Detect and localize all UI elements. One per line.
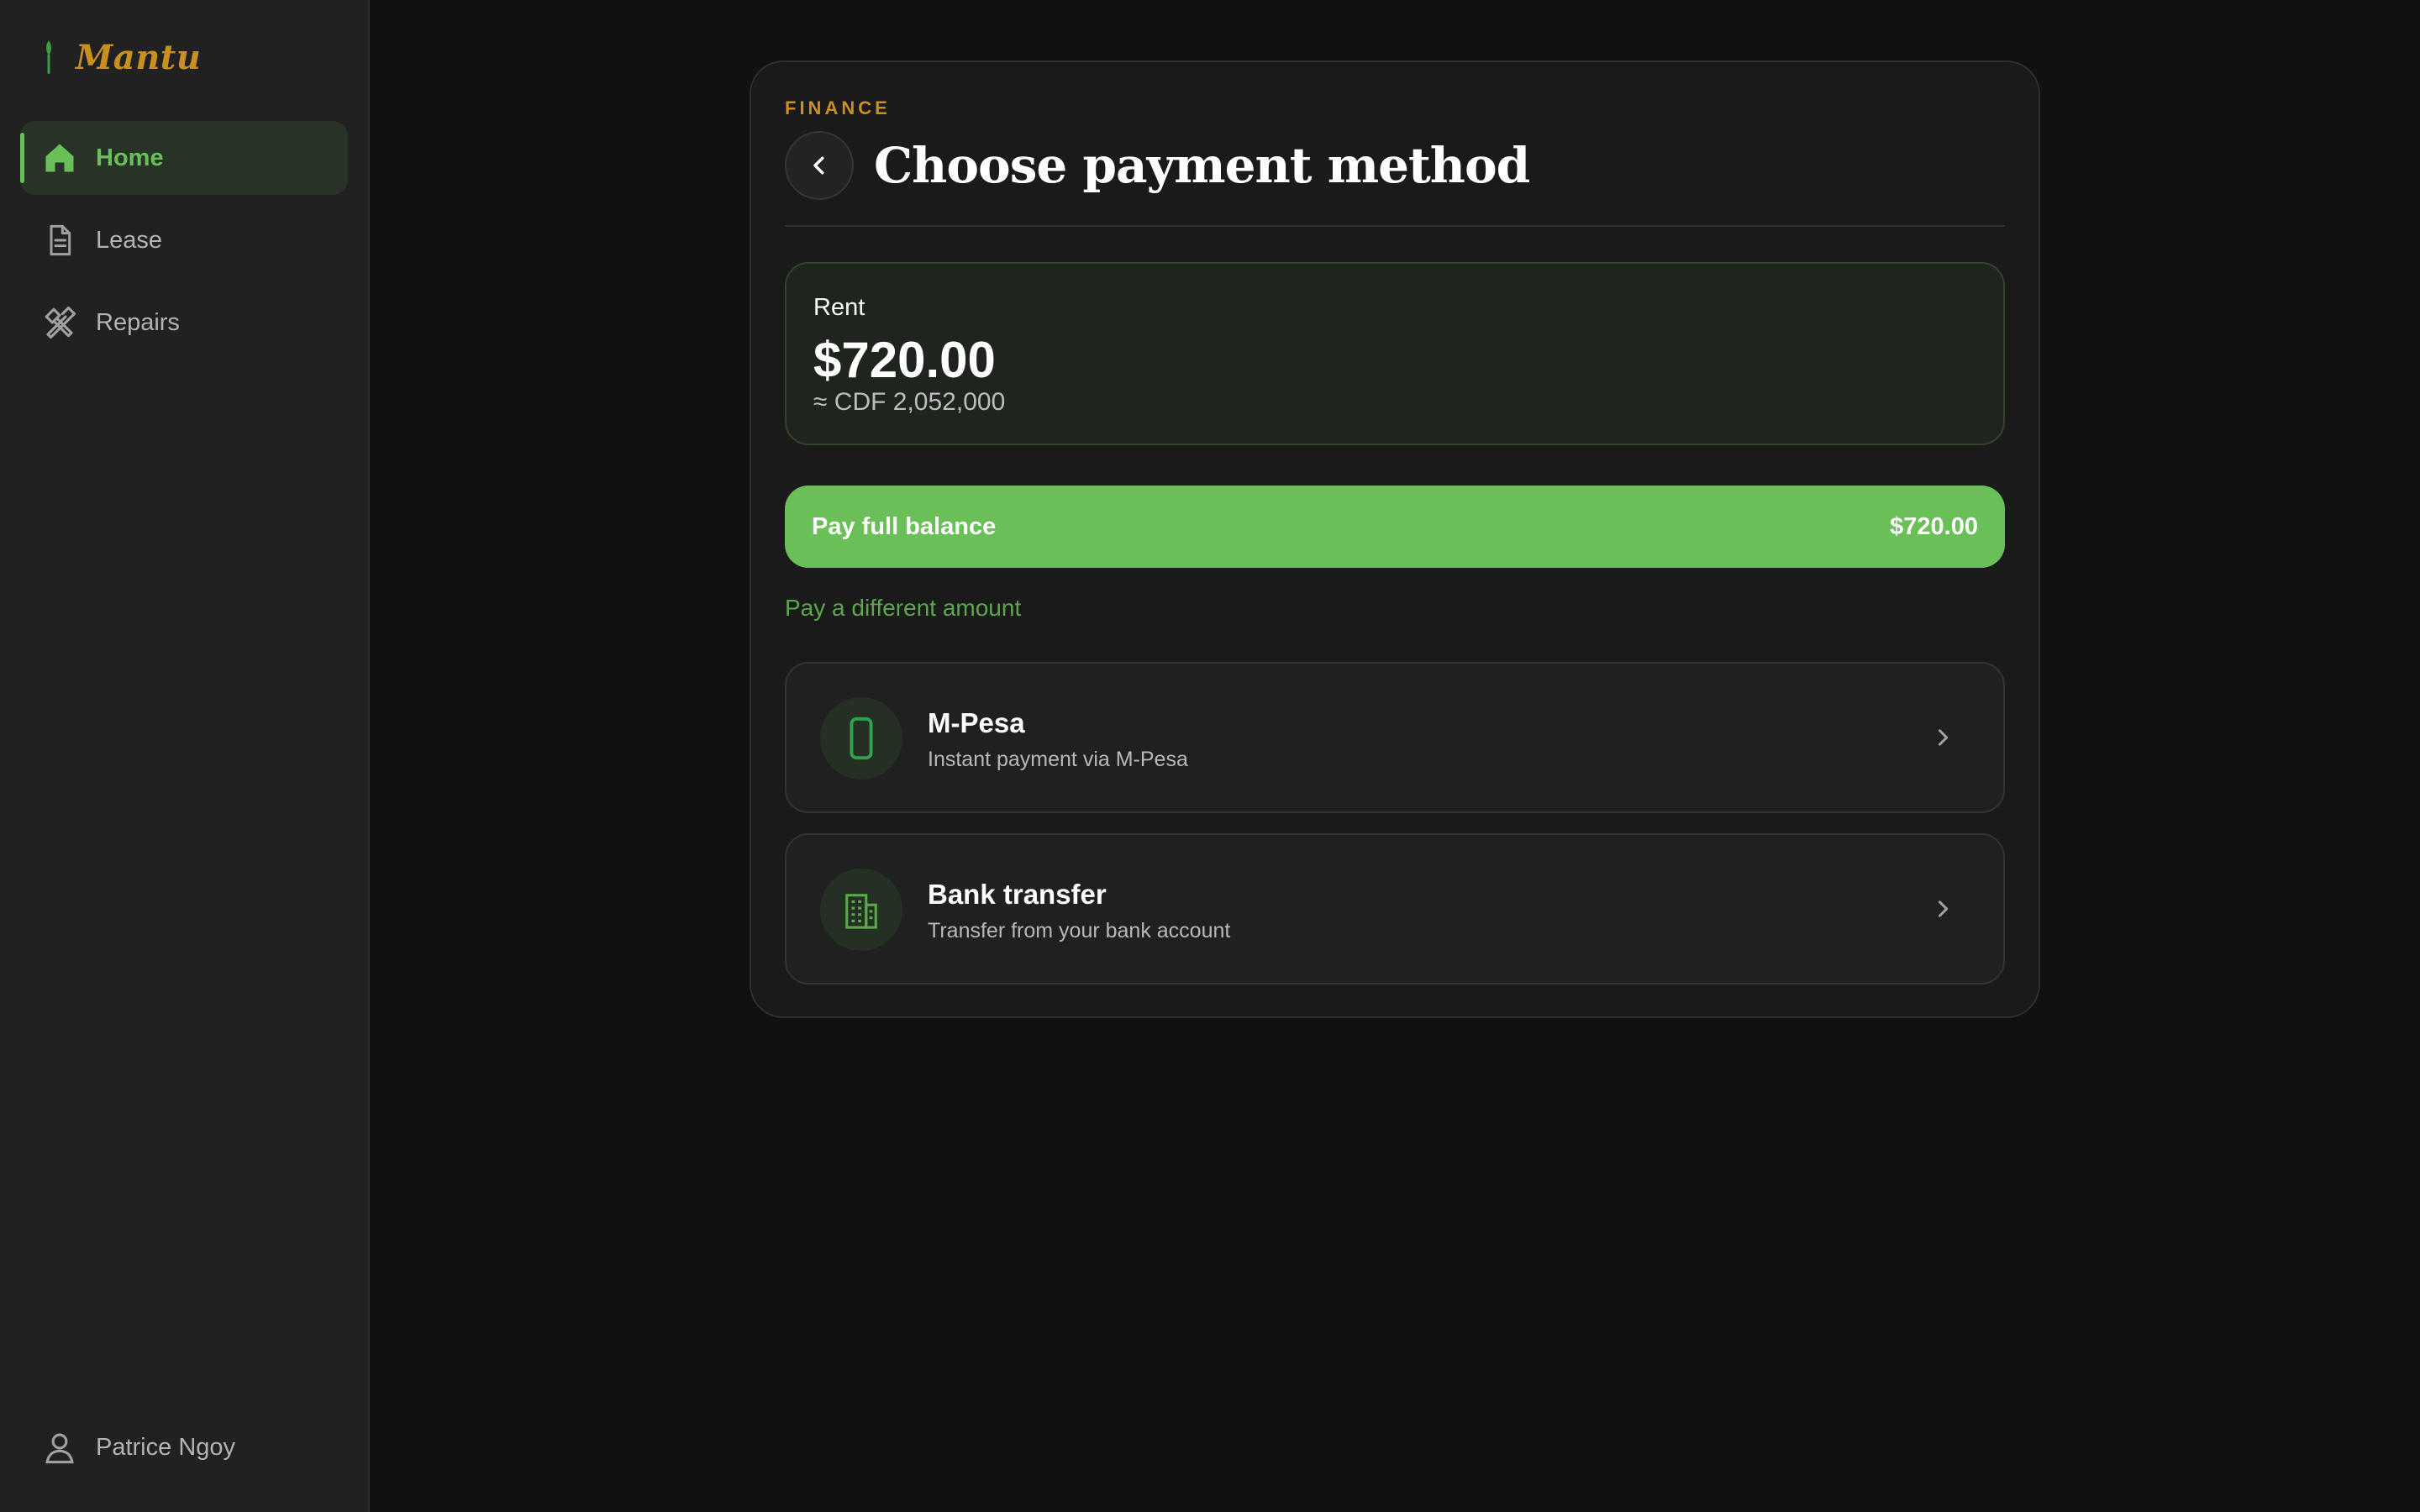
phone-icon — [820, 697, 902, 780]
method-subtitle: Transfer from your bank account — [928, 919, 1231, 942]
chevron-right-icon — [1926, 721, 1960, 754]
method-title: Bank transfer — [928, 879, 1107, 910]
pay-full-amount: $720.00 — [1890, 512, 1978, 540]
amount-label: Rent — [813, 294, 865, 321]
tools-icon — [40, 303, 79, 342]
chevron-left-icon — [813, 156, 824, 175]
amount-value: $720.00 — [813, 332, 996, 388]
sidebar-item-home[interactable]: Home — [20, 121, 348, 195]
method-subtitle: Instant payment via M-Pesa — [928, 748, 1188, 771]
sidebar-item-label: Home — [96, 144, 164, 171]
app-root: Mantu Home Lease Repairs Patrice Ngoy FI… — [0, 0, 2420, 1512]
page-title: Choose payment method — [874, 137, 1530, 194]
brand-name: Mantu — [76, 37, 202, 77]
payment-method-bank-transfer[interactable]: Bank transfer Transfer from your bank ac… — [785, 833, 2005, 984]
pay-full-label: Pay full balance — [812, 512, 997, 540]
amount-summary: Rent $720.00 ≈ CDF 2,052,000 — [785, 262, 2005, 445]
user-icon — [40, 1428, 79, 1467]
header-divider — [785, 225, 2005, 227]
sidebar-item-label: Repairs — [96, 308, 180, 336]
bank-building-icon — [820, 869, 902, 951]
section-eyebrow: FINANCE — [785, 97, 891, 118]
pay-full-balance-button[interactable]: Pay full balance $720.00 — [785, 486, 2005, 568]
sidebar-nav: Home Lease Repairs — [20, 121, 348, 368]
brand-logo-icon — [46, 40, 51, 74]
home-icon — [40, 139, 79, 177]
document-icon — [40, 221, 79, 260]
user-profile[interactable]: Patrice Ngoy — [40, 1426, 235, 1468]
sidebar-item-repairs[interactable]: Repairs — [20, 286, 348, 360]
sidebar-item-lease[interactable]: Lease — [20, 203, 348, 277]
sidebar-item-label: Lease — [96, 226, 163, 254]
amount-converted: ≈ CDF 2,052,000 — [813, 388, 1006, 416]
pay-different-amount-link[interactable]: Pay a different amount — [785, 595, 1021, 622]
brand[interactable]: Mantu — [40, 37, 201, 77]
chevron-right-icon — [1926, 892, 1960, 926]
sidebar: Mantu Home Lease Repairs Patrice Ngoy — [0, 0, 370, 1512]
payment-card: FINANCE Choose payment method Rent $720.… — [750, 60, 2040, 1018]
back-button[interactable] — [785, 131, 854, 200]
user-name: Patrice Ngoy — [96, 1433, 236, 1461]
method-title: M-Pesa — [928, 707, 1025, 738]
payment-method-mpesa[interactable]: M-Pesa Instant payment via M-Pesa — [785, 662, 2005, 813]
